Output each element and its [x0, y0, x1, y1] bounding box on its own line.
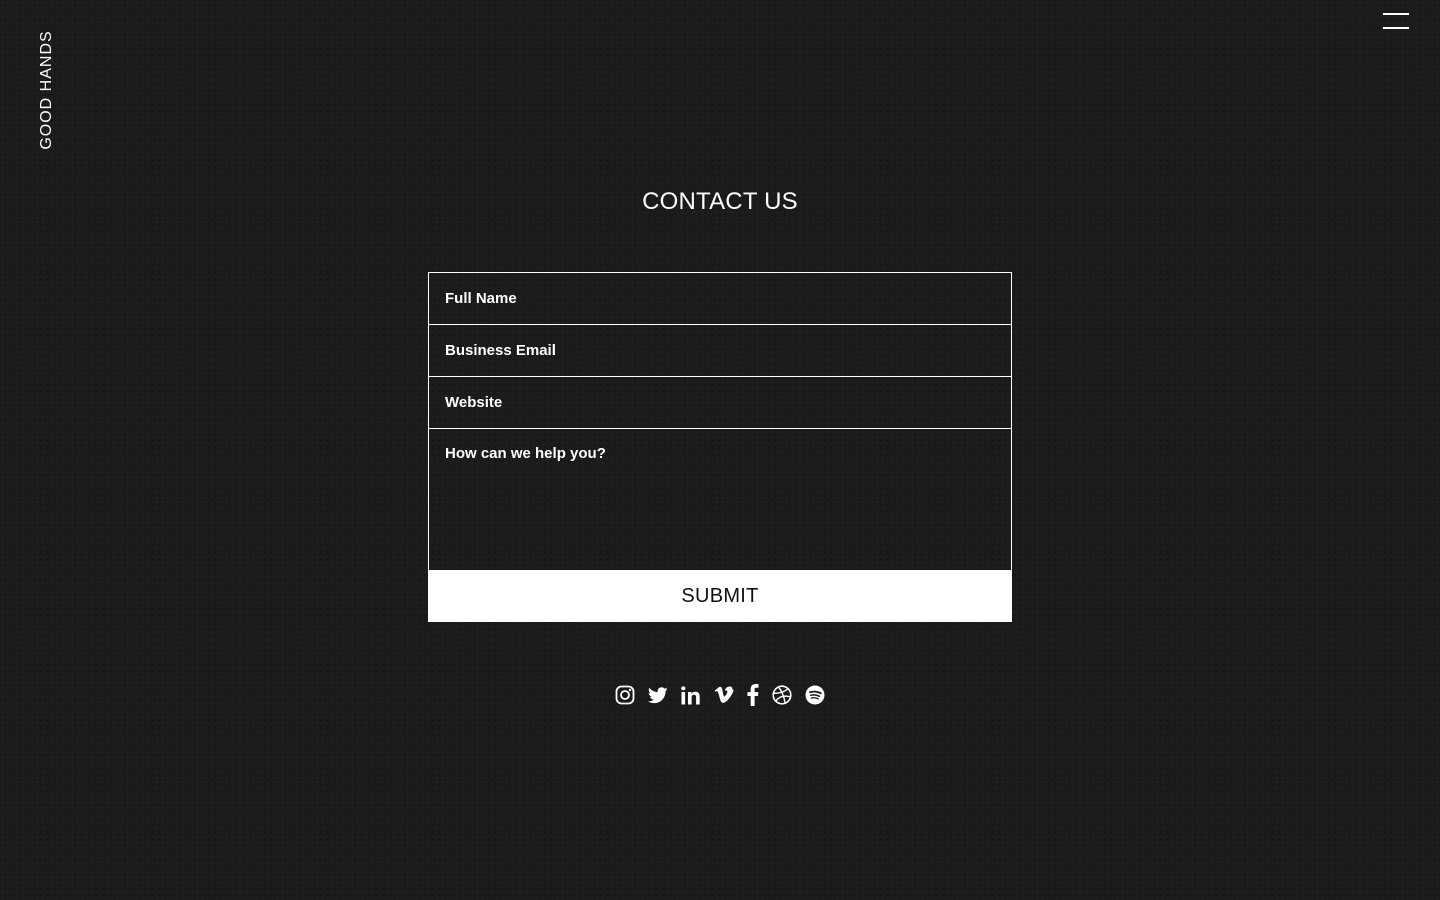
menu-icon[interactable]	[1383, 13, 1409, 31]
facebook-icon[interactable]	[747, 684, 759, 706]
vimeo-icon[interactable]	[714, 684, 734, 706]
submit-button[interactable]: SUBMIT	[428, 570, 1012, 622]
instagram-icon[interactable]	[615, 684, 635, 706]
social-links	[0, 684, 1440, 706]
menu-icon-line	[1383, 27, 1409, 29]
linkedin-icon[interactable]	[681, 684, 701, 706]
dribbble-icon[interactable]	[772, 684, 792, 706]
brand-logo[interactable]: GOOD HANDS	[38, 30, 56, 149]
menu-icon-line	[1383, 13, 1409, 15]
contact-form: SUBMIT	[428, 272, 1012, 622]
spotify-icon[interactable]	[805, 684, 825, 706]
message-textarea[interactable]	[428, 428, 1012, 571]
page-title: CONTACT US	[642, 188, 798, 215]
full-name-input[interactable]	[428, 272, 1012, 325]
twitter-icon[interactable]	[648, 684, 668, 706]
website-input[interactable]	[428, 376, 1012, 429]
business-email-input[interactable]	[428, 324, 1012, 377]
